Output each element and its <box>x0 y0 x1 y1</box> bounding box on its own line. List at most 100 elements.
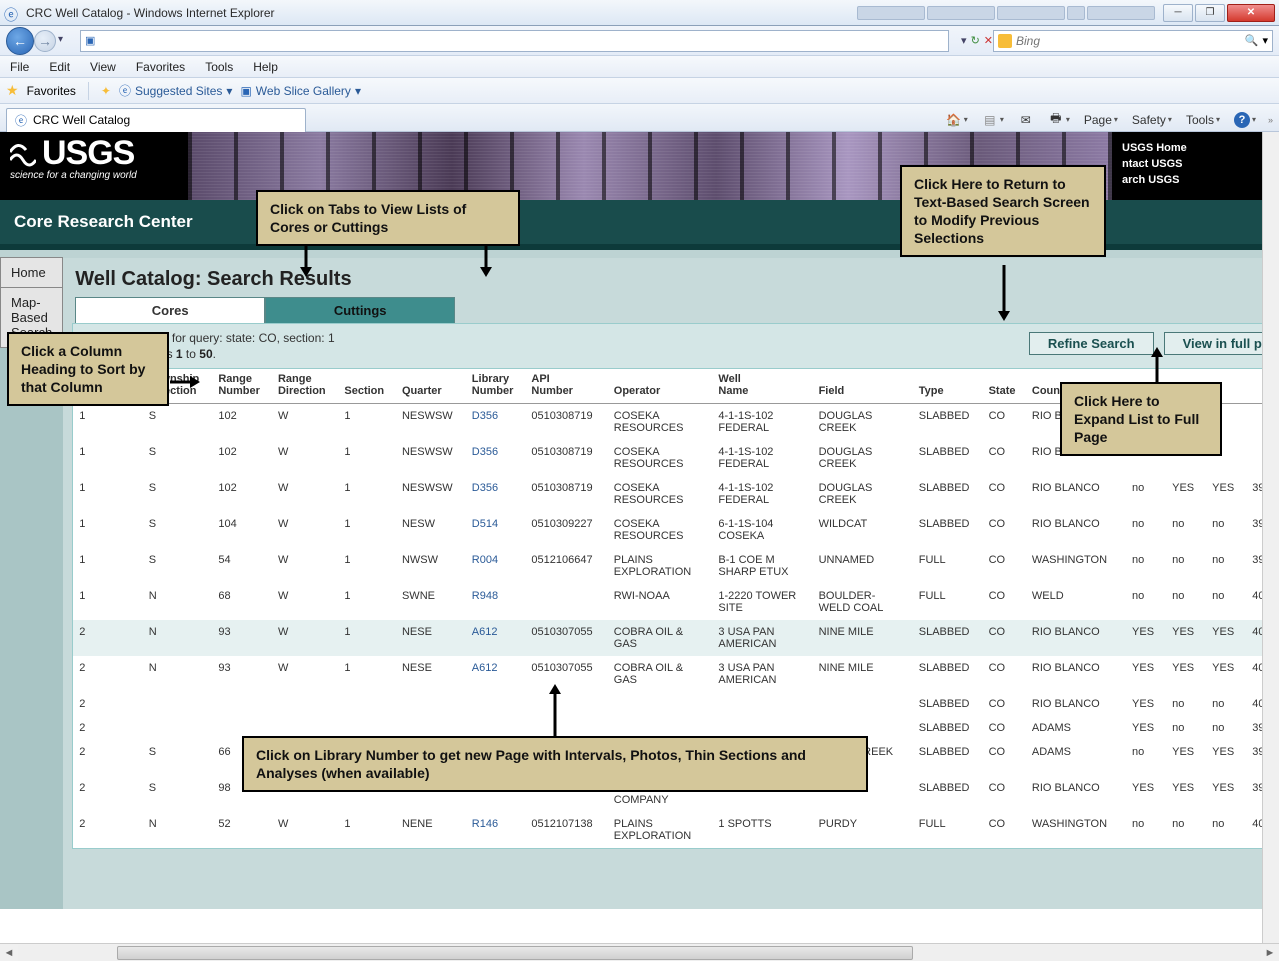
table-cell: YES <box>1126 656 1166 692</box>
table-cell: SLABBED <box>913 620 983 656</box>
stop-button[interactable]: ✕ <box>984 34 993 47</box>
cmd-tools[interactable]: Tools▾ <box>1182 111 1224 129</box>
column-header[interactable]: APINumber <box>525 369 607 404</box>
table-cell[interactable] <box>466 692 526 716</box>
content-vertical-scrollbar[interactable] <box>1262 132 1279 943</box>
cmd-feeds[interactable]: ▤▾ <box>978 110 1008 130</box>
favorites-label[interactable]: Favorites <box>27 84 76 98</box>
table-cell: COSEKA RESOURCES <box>608 476 713 512</box>
table-cell[interactable]: A612 <box>466 656 526 692</box>
cmd-safety[interactable]: Safety▾ <box>1128 111 1176 129</box>
forward-button[interactable]: → <box>34 30 56 52</box>
column-header[interactable] <box>1246 369 1262 404</box>
link-contact-usgs[interactable]: ntact USGS <box>1122 156 1252 172</box>
menu-file[interactable]: File <box>6 58 33 76</box>
callout-column-sort: Click a Column Heading to Sort by that C… <box>7 332 169 406</box>
menu-view[interactable]: View <box>86 58 120 76</box>
suggested-sites-link[interactable]: ⓔ Suggested Sites ▾ <box>119 82 232 99</box>
table-cell[interactable]: D356 <box>466 440 526 476</box>
table-cell: RIO BLANCO <box>1026 476 1126 512</box>
table-cell: CO <box>983 716 1026 740</box>
table-cell[interactable]: D356 <box>466 476 526 512</box>
cmd-home[interactable]: 🏠▾ <box>942 110 972 130</box>
view-full-page-button[interactable]: View in full page <box>1164 332 1262 355</box>
column-header[interactable]: RangeDirection <box>272 369 338 404</box>
column-header[interactable]: LibraryNumber <box>466 369 526 404</box>
address-bar[interactable]: ▣ <box>80 30 949 52</box>
browser-tab-title: CRC Well Catalog <box>33 113 130 127</box>
tab-cuttings[interactable]: Cuttings <box>265 297 455 323</box>
web-slice-label: Web Slice Gallery <box>256 84 351 98</box>
sidebar-item-home[interactable]: Home <box>0 257 63 288</box>
nav-history-dropdown[interactable]: ▾ <box>58 34 72 48</box>
link-search-usgs[interactable]: arch USGS <box>1122 172 1252 188</box>
table-cell: no <box>1126 584 1166 620</box>
menu-tools[interactable]: Tools <box>201 58 237 76</box>
refine-search-button[interactable]: Refine Search <box>1029 332 1154 355</box>
table-cell: 4-1-1S-102 FEDERAL <box>712 440 812 476</box>
cmd-page[interactable]: Page▾ <box>1080 111 1122 129</box>
usgs-logo[interactable]: USGS science for a changing world <box>0 132 188 200</box>
column-header[interactable]: Operator <box>608 369 713 404</box>
table-cell: W <box>272 440 338 476</box>
column-header[interactable]: Quarter <box>396 369 466 404</box>
cmd-mail[interactable]: ✉ <box>1014 110 1038 130</box>
search-input[interactable] <box>1016 34 1241 48</box>
column-header[interactable]: RangeNumber <box>212 369 272 404</box>
browser-tab[interactable]: ⓔ CRC Well Catalog <box>6 108 306 132</box>
address-dropdown[interactable]: ▾ <box>961 34 967 47</box>
browser-menu-bar: File Edit View Favorites Tools Help <box>0 56 1279 78</box>
table-cell: 2 <box>73 740 143 776</box>
table-cell[interactable]: D514 <box>466 512 526 548</box>
column-header[interactable]: Section <box>338 369 396 404</box>
table-cell: CO <box>983 548 1026 584</box>
table-cell[interactable]: A612 <box>466 620 526 656</box>
tab-cores[interactable]: Cores <box>75 297 265 323</box>
table-cell: 1 SPOTTS <box>712 812 812 848</box>
table-cell: no <box>1126 740 1166 776</box>
web-slice-link[interactable]: ▣ Web Slice Gallery ▾ <box>240 84 361 98</box>
menu-favorites[interactable]: Favorites <box>132 58 189 76</box>
table-cell[interactable]: R948 <box>466 584 526 620</box>
table-cell[interactable]: R004 <box>466 548 526 584</box>
window-minimize[interactable]: ─ <box>1163 4 1193 22</box>
table-cell: no <box>1206 812 1246 848</box>
favorites-star-icon[interactable]: ★ <box>6 82 19 99</box>
link-usgs-home[interactable]: USGS Home <box>1122 140 1252 156</box>
table-cell: 1 <box>338 620 396 656</box>
scroll-left-button[interactable]: ◄ <box>0 947 18 959</box>
menu-edit[interactable]: Edit <box>45 58 74 76</box>
table-cell: SLABBED <box>913 440 983 476</box>
table-cell: no <box>1166 692 1206 716</box>
window-maximize[interactable]: ❐ <box>1195 4 1225 22</box>
table-cell: no <box>1126 548 1166 584</box>
cmd-help[interactable]: ?▾ <box>1230 110 1260 130</box>
results-summary-bar: 60 cores found for query: state: CO, sec… <box>72 323 1262 369</box>
table-cell: CO <box>983 404 1026 441</box>
scroll-thumb[interactable] <box>117 946 913 960</box>
search-dropdown[interactable]: ▾ <box>1262 34 1268 47</box>
table-cell: N <box>143 656 213 692</box>
column-header[interactable]: Type <box>913 369 983 404</box>
cmd-print[interactable]: 🖶▾ <box>1044 110 1074 130</box>
back-button[interactable]: ← <box>6 27 34 55</box>
table-cell[interactable]: D356 <box>466 404 526 441</box>
column-header[interactable]: Field <box>813 369 913 404</box>
refresh-button[interactable]: ↻ <box>971 34 980 47</box>
window-horizontal-scrollbar[interactable]: ◄ ► <box>0 943 1279 961</box>
table-cell: SLABBED <box>913 476 983 512</box>
table-cell: SLABBED <box>913 776 983 812</box>
scroll-right-button[interactable]: ► <box>1261 947 1279 959</box>
address-input[interactable] <box>103 34 944 48</box>
search-icon[interactable]: 🔍 <box>1245 34 1259 47</box>
table-cell <box>143 692 213 716</box>
table-cell[interactable]: R146 <box>466 812 526 848</box>
add-favorite-icon[interactable]: ✦ <box>101 84 111 98</box>
table-cell: YES <box>1206 476 1246 512</box>
browser-search-box[interactable]: 🔍 ▾ <box>993 30 1273 52</box>
column-header[interactable]: WellName <box>712 369 812 404</box>
table-cell: 1 <box>338 656 396 692</box>
window-close[interactable]: ✕ <box>1227 4 1275 22</box>
menu-help[interactable]: Help <box>249 58 282 76</box>
column-header[interactable]: State <box>983 369 1026 404</box>
